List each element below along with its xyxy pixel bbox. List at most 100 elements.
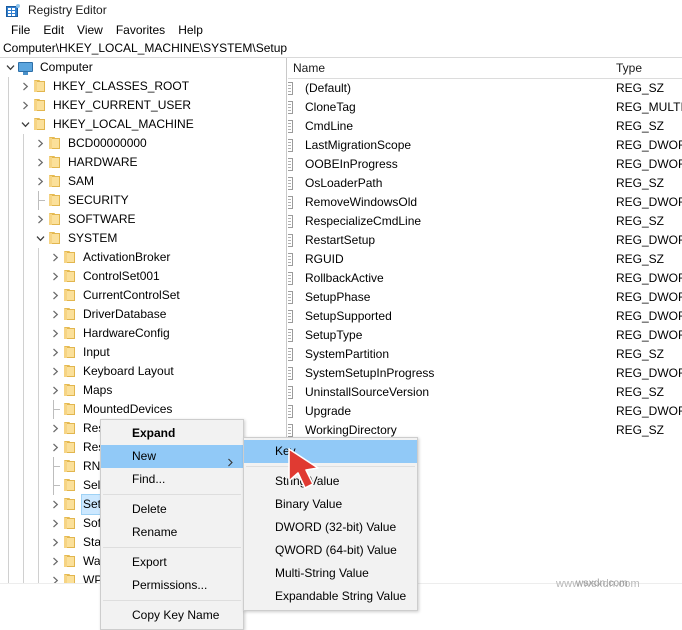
value-row[interactable]: OOBEInProgress REG_DWORD xyxy=(288,155,682,174)
tree-item[interactable]: Maps xyxy=(0,381,284,400)
tree-item[interactable]: SECURITY xyxy=(0,191,284,210)
tree-item[interactable]: ActivationBroker xyxy=(0,248,284,267)
tree-item[interactable]: Computer xyxy=(0,58,284,77)
chevron-down-icon[interactable] xyxy=(33,229,48,248)
menu-view[interactable]: View xyxy=(71,22,110,38)
menu-favorites[interactable]: Favorites xyxy=(110,22,172,38)
submenu-item-multi-string-value[interactable]: Multi-String Value xyxy=(244,562,417,585)
submenu-item-qword-64-bit-value[interactable]: QWORD (64-bit) Value xyxy=(244,539,417,562)
chevron-right-icon[interactable] xyxy=(48,267,63,286)
context-submenu-new[interactable]: Key String Value Binary Value DWORD (32-bit… xyxy=(243,437,418,611)
chevron-right-icon[interactable] xyxy=(48,495,63,514)
tree-item[interactable]: HKEY_LOCAL_MACHINE xyxy=(0,115,284,134)
menu-file[interactable]: File xyxy=(5,22,37,38)
value-row[interactable]: LastMigrationScope REG_DWORD xyxy=(288,136,682,155)
context-menu-item-find[interactable]: Find... xyxy=(101,468,243,491)
folder-icon xyxy=(63,574,78,583)
context-menu[interactable]: Expand New Find... Delete Rename Export Permis… xyxy=(100,419,244,630)
context-menu-item-delete[interactable]: Delete xyxy=(101,498,243,521)
tree-item[interactable]: SYSTEM xyxy=(0,229,284,248)
chevron-right-icon[interactable] xyxy=(33,210,48,229)
chevron-right-icon[interactable] xyxy=(33,134,48,153)
submenu-item-string-value[interactable]: String Value xyxy=(244,470,417,493)
context-menu-item-new[interactable]: New xyxy=(101,445,243,468)
chevron-down-icon[interactable] xyxy=(3,58,18,77)
value-row[interactable]: OsLoaderPath REG_SZ xyxy=(288,174,682,193)
chevron-right-icon[interactable] xyxy=(48,419,63,438)
value-row[interactable]: RGUID REG_SZ xyxy=(288,250,682,269)
tree-item[interactable]: DriverDatabase xyxy=(0,305,284,324)
value-row[interactable]: SystemSetupInProgress REG_DWORD xyxy=(288,364,682,383)
chevron-right-icon[interactable] xyxy=(48,305,63,324)
folder-icon xyxy=(63,460,78,473)
submenu-item-expandable-string-value[interactable]: Expandable String Value xyxy=(244,585,417,608)
chevron-right-icon[interactable] xyxy=(48,438,63,457)
tree-item[interactable]: Keyboard Layout xyxy=(0,362,284,381)
value-row[interactable]: RespecializeCmdLine REG_SZ xyxy=(288,212,682,231)
context-menu-item-expand[interactable]: Expand xyxy=(101,422,243,445)
chevron-right-icon[interactable] xyxy=(48,381,63,400)
column-header-name[interactable]: Name xyxy=(288,58,611,78)
tree-item[interactable]: HKEY_CURRENT_USER xyxy=(0,96,284,115)
tree-guide-line xyxy=(38,343,39,362)
chevron-down-icon[interactable] xyxy=(18,115,33,134)
chevron-right-icon[interactable] xyxy=(18,96,33,115)
column-header-type[interactable]: Type xyxy=(611,58,682,78)
value-row[interactable]: Upgrade REG_DWORD xyxy=(288,402,682,421)
tree-item-label: BCD00000000 xyxy=(68,136,147,150)
context-menu-item-permissions[interactable]: Permissions... xyxy=(101,574,243,597)
tree-item[interactable]: Input xyxy=(0,343,284,362)
tree-item[interactable]: HARDWARE xyxy=(0,153,284,172)
value-row[interactable]: UninstallSourceVersion REG_SZ xyxy=(288,383,682,402)
chevron-right-icon[interactable] xyxy=(18,77,33,96)
chevron-right-icon[interactable] xyxy=(48,324,63,343)
chevron-right-icon[interactable] xyxy=(48,343,63,362)
value-row[interactable]: CmdLine REG_SZ xyxy=(288,117,682,136)
value-row[interactable]: RollbackActive REG_DWORD xyxy=(288,269,682,288)
chevron-right-icon[interactable] xyxy=(48,248,63,267)
tree-item[interactable]: HardwareConfig xyxy=(0,324,284,343)
value-row[interactable]: SetupPhase REG_DWORD xyxy=(288,288,682,307)
menu-edit[interactable]: Edit xyxy=(37,22,71,38)
value-row[interactable]: CloneTag REG_MULTI_SZ xyxy=(288,98,682,117)
tree-item[interactable]: MountedDevices xyxy=(0,400,284,419)
context-menu-item-rename[interactable]: Rename xyxy=(101,521,243,544)
tree-guide-line xyxy=(8,476,9,495)
chevron-right-icon[interactable] xyxy=(48,533,63,552)
folder-icon xyxy=(63,308,78,321)
tree-item[interactable]: SAM xyxy=(0,172,284,191)
submenu-item-key[interactable]: Key xyxy=(244,440,417,463)
value-name: OOBEInProgress xyxy=(305,157,398,171)
chevron-right-icon[interactable] xyxy=(33,153,48,172)
chevron-right-icon[interactable] xyxy=(48,286,63,305)
value-row[interactable]: (Default) REG_SZ xyxy=(288,79,682,98)
chevron-right-icon[interactable] xyxy=(48,552,63,571)
chevron-right-icon[interactable] xyxy=(48,571,63,583)
tree-guide-line xyxy=(8,438,9,457)
submenu-item-binary-value[interactable]: Binary Value xyxy=(244,493,417,516)
tree-item[interactable]: BCD00000000 xyxy=(0,134,284,153)
value-row[interactable]: SetupSupported REG_DWORD xyxy=(288,307,682,326)
address-bar[interactable]: Computer\HKEY_LOCAL_MACHINE\SYSTEM\Setup xyxy=(0,39,682,58)
tree-guide-line xyxy=(23,248,24,267)
value-row[interactable]: RestartSetup REG_DWORD xyxy=(288,231,682,250)
value-row[interactable]: RemoveWindowsOld REG_DWORD xyxy=(288,193,682,212)
tree-guide-line xyxy=(23,476,24,495)
tree-item[interactable]: HKEY_CLASSES_ROOT xyxy=(0,77,284,96)
context-menu-item-copy-key-name[interactable]: Copy Key Name xyxy=(101,604,243,627)
tree-item[interactable]: ControlSet001 xyxy=(0,267,284,286)
tree-guide-line xyxy=(8,229,9,248)
tree-item[interactable]: CurrentControlSet xyxy=(0,286,284,305)
chevron-right-icon[interactable] xyxy=(33,172,48,191)
chevron-right-icon[interactable] xyxy=(48,514,63,533)
context-menu-item-export[interactable]: Export xyxy=(101,551,243,574)
tree-guide-line xyxy=(38,248,39,267)
value-row[interactable]: SetupType REG_DWORD xyxy=(288,326,682,345)
submenu-item-dword-32-bit-value[interactable]: DWORD (32-bit) Value xyxy=(244,516,417,539)
menu-help[interactable]: Help xyxy=(172,22,210,38)
tree-item[interactable]: SOFTWARE xyxy=(0,210,284,229)
chevron-right-icon[interactable] xyxy=(48,362,63,381)
value-row[interactable]: SystemPartition REG_SZ xyxy=(288,345,682,364)
tree-item-label: HardwareConfig xyxy=(83,326,170,340)
